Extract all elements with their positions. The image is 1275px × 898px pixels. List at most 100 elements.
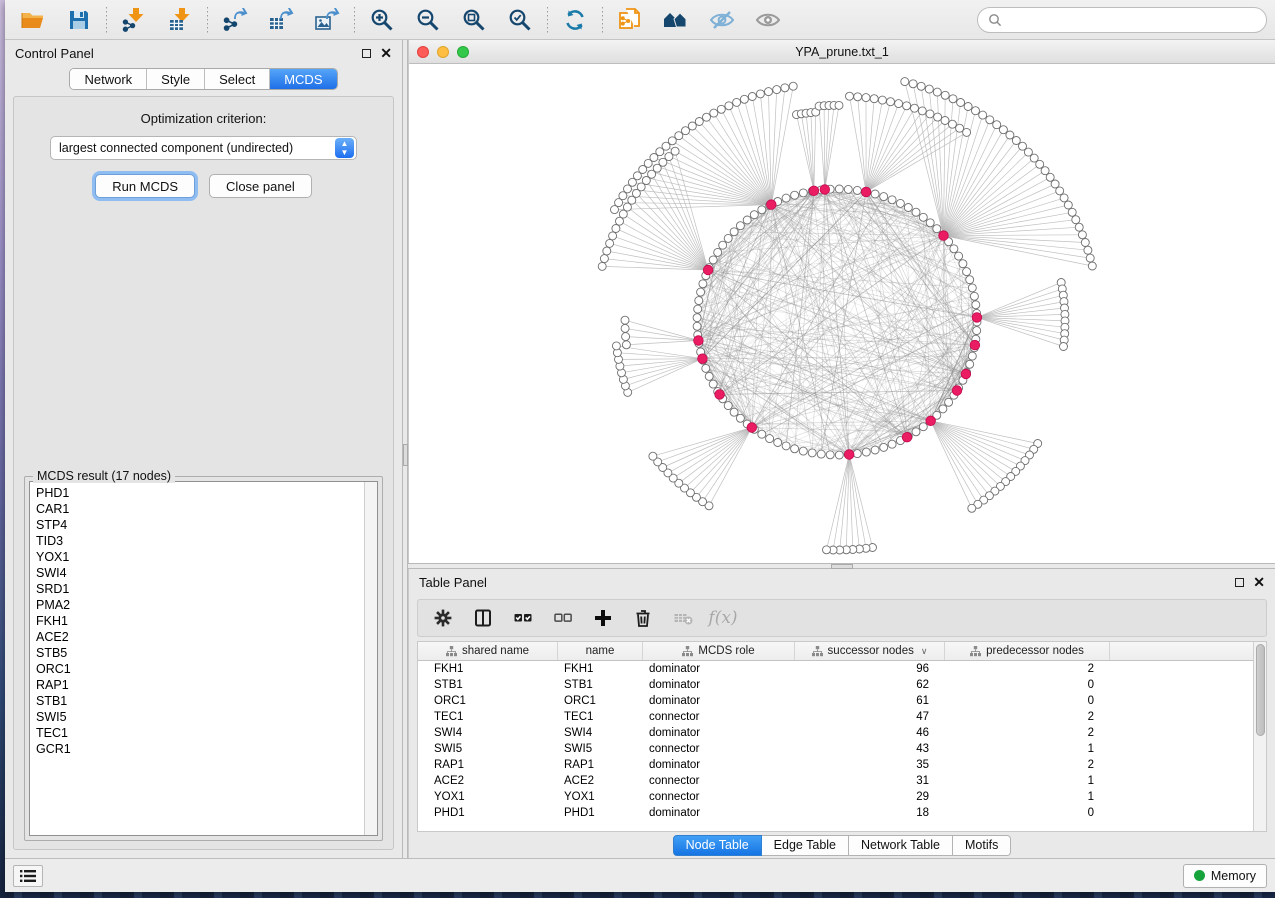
leaf-node[interactable] [949,95,957,103]
leaf-node[interactable] [948,120,956,128]
mcds-hub-node[interactable] [809,186,819,196]
leaf-node[interactable] [846,92,854,100]
cell-shared-name[interactable]: RAP1 [418,759,558,771]
table-row[interactable]: STB1STB1dominator620 [418,677,1253,693]
network-node[interactable] [835,451,843,459]
cell-name[interactable]: SWI5 [558,743,643,755]
leaf-node[interactable] [979,111,987,119]
network-node[interactable] [782,194,790,202]
network-node[interactable] [695,297,703,305]
network-node[interactable] [808,449,816,457]
leaf-node[interactable] [600,255,608,263]
mcds-hub-node[interactable] [747,423,757,433]
leaf-node[interactable] [671,147,679,155]
network-node[interactable] [844,185,852,193]
leaf-node[interactable] [1056,187,1064,195]
zoom-selected-button[interactable] [500,4,540,36]
leaf-node[interactable] [733,98,741,106]
leaf-node[interactable] [649,452,657,460]
cell-shared-name[interactable]: FKH1 [418,663,558,675]
network-node[interactable] [697,288,705,296]
mcds-hub-node[interactable] [698,354,708,364]
leaf-node[interactable] [1075,223,1083,231]
mcds-result-item[interactable]: ACE2 [36,629,364,645]
leaf-node[interactable] [717,105,725,113]
network-node[interactable] [758,430,766,438]
column-header-successor-nodes[interactable]: successor nodes∨ [795,642,945,660]
add-column-button[interactable] [590,605,616,631]
cell-predecessor-nodes[interactable]: 0 [945,807,1110,819]
show-all-button[interactable] [748,4,788,36]
network-node[interactable] [904,204,912,212]
show-columns-button[interactable] [470,605,496,631]
network-node[interactable] [791,191,799,199]
cell-MCDS-role[interactable]: dominator [643,695,795,707]
leaf-node[interactable] [1006,131,1014,139]
search-box[interactable] [977,7,1267,33]
network-node[interactable] [912,428,920,436]
network-node[interactable] [862,448,870,456]
leaf-node[interactable] [1060,194,1068,202]
network-node[interactable] [835,185,843,193]
leaf-node[interactable] [603,247,611,255]
leaf-node[interactable] [621,324,629,332]
network-node[interactable] [880,193,888,201]
cell-predecessor-nodes[interactable]: 1 [945,791,1110,803]
leaf-node[interactable] [756,90,764,98]
leaf-node[interactable] [612,225,620,233]
leaf-node[interactable] [765,88,773,96]
network-node[interactable] [791,445,799,453]
import-table-button[interactable] [160,4,200,36]
leaf-node[interactable] [1084,246,1092,254]
table-scrollbar-thumb[interactable] [1256,644,1265,736]
leaf-node[interactable] [918,107,926,115]
node-table-grid[interactable]: shared namenameMCDS rolesuccessor nodes∨… [418,642,1253,831]
network-node[interactable] [970,292,978,300]
duplicate-network-button[interactable] [610,4,650,36]
mcds-hub-node[interactable] [820,185,830,195]
cell-MCDS-role[interactable]: dominator [643,679,795,691]
network-node[interactable] [972,301,980,309]
cell-successor-nodes[interactable]: 29 [795,791,945,803]
table-scrollbar[interactable] [1253,642,1266,831]
leaf-node[interactable] [609,232,617,240]
network-node[interactable] [888,196,896,204]
tab-edge-table[interactable]: Edge Table [762,835,849,856]
mcds-hub-node[interactable] [970,340,980,350]
table-row[interactable]: FKH1FKH1dominator962 [418,661,1253,677]
leaf-node[interactable] [612,342,620,350]
hide-selected-button[interactable] [702,4,742,36]
leaf-node[interactable] [789,82,797,90]
network-node[interactable] [926,219,934,227]
network-graph[interactable] [409,64,1275,563]
network-node[interactable] [774,439,782,447]
mcds-result-item[interactable]: FKH1 [36,613,364,629]
leaf-node[interactable] [993,121,1001,129]
leaf-node[interactable] [1086,254,1094,262]
zoom-in-button[interactable] [362,4,402,36]
leaf-node[interactable] [909,80,917,88]
cell-predecessor-nodes[interactable]: 2 [945,727,1110,739]
mcds-result-item[interactable]: SRD1 [36,581,364,597]
leaf-node[interactable] [972,107,980,115]
mcds-list-scrollbar[interactable] [364,482,377,835]
export-image-button[interactable] [307,4,347,36]
open-file-button[interactable] [13,4,53,36]
leaf-node[interactable] [917,82,925,90]
cell-predecessor-nodes[interactable]: 2 [945,759,1110,771]
network-node[interactable] [968,352,976,360]
network-node[interactable] [959,260,967,268]
cell-name[interactable]: SWI4 [558,727,643,739]
leaf-node[interactable] [911,104,919,112]
float-panel-icon[interactable] [362,49,371,58]
task-history-button[interactable] [13,865,43,887]
network-node[interactable] [730,408,738,416]
cell-shared-name[interactable]: STB1 [418,679,558,691]
mcds-result-item[interactable]: SWI4 [36,565,364,581]
leaf-node[interactable] [941,91,949,99]
leaf-node[interactable] [695,118,703,126]
mcds-hub-node[interactable] [694,336,704,346]
network-node[interactable] [693,314,701,322]
mcds-hub-node[interactable] [972,313,982,323]
table-row[interactable]: PHD1PHD1dominator180 [418,805,1253,821]
